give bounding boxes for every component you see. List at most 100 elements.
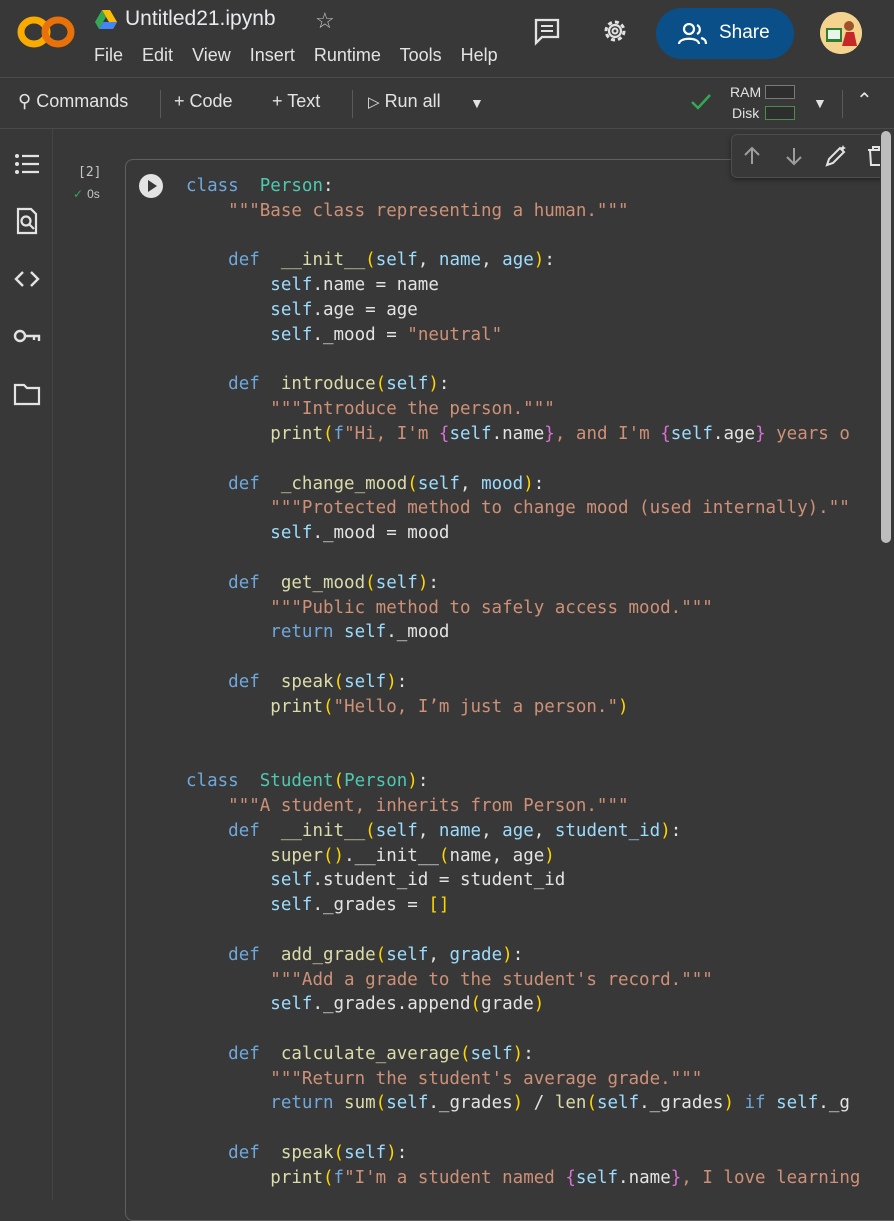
- table-of-contents-icon[interactable]: [13, 150, 41, 178]
- code-token: "Hi, I'm: [344, 423, 439, 444]
- add-text-button[interactable]: + Text: [272, 91, 320, 112]
- code-token: grade: [481, 994, 534, 1015]
- code-token: Person: [344, 771, 408, 792]
- commands-button[interactable]: ⚲ Commands: [18, 91, 128, 112]
- code-token: (: [322, 423, 334, 444]
- menu-tools[interactable]: Tools: [400, 45, 442, 65]
- code-token: print: [270, 1167, 323, 1188]
- code-token: ): [533, 994, 545, 1015]
- code-line: self._grades.append(grade): [186, 992, 879, 1017]
- code-token: _change_mood: [280, 473, 408, 494]
- avatar-image: [820, 12, 862, 54]
- notebook-toolbar: ⚲ Commands + Code + Text ▷ Run all ▼ RAM…: [0, 77, 894, 129]
- resources-indicator[interactable]: RAM Disk: [730, 82, 761, 124]
- code-token: introduce: [280, 374, 376, 395]
- code-snippets-icon[interactable]: [13, 265, 41, 293]
- code-line: self.student_id = student_id: [186, 868, 879, 893]
- code-token: .student_id = student_id: [312, 870, 566, 891]
- runtime-dropdown-icon[interactable]: ▼: [813, 95, 827, 111]
- code-token: }: [544, 423, 555, 444]
- code-token: return: [270, 622, 334, 643]
- connected-check-icon: [691, 94, 711, 110]
- code-token: """Introduce the person.""": [270, 399, 555, 420]
- run-all-dropdown-icon[interactable]: ▼: [470, 95, 484, 111]
- code-token: get_mood: [280, 572, 366, 593]
- run-all-button[interactable]: ▷ Run all: [368, 91, 441, 112]
- menu-runtime[interactable]: Runtime: [314, 45, 381, 65]
- menu-edit[interactable]: Edit: [142, 45, 173, 65]
- code-token: years o: [765, 423, 850, 444]
- notebook-title[interactable]: Untitled21.ipynb: [125, 7, 276, 31]
- code-token: self: [449, 423, 492, 444]
- code-token: :: [533, 473, 545, 494]
- code-token: (: [322, 696, 334, 717]
- code-token: .name: [618, 1167, 671, 1188]
- menu-view[interactable]: View: [192, 45, 231, 65]
- code-editor[interactable]: class Person: """Base class representing…: [186, 174, 879, 1191]
- search-icon: ⚲: [18, 91, 32, 111]
- code-token: add_grade: [280, 944, 376, 965]
- code-line: print(f"I'm a student named {self.name},…: [186, 1166, 879, 1191]
- code-line: self._mood = mood: [186, 521, 879, 546]
- code-token: }: [755, 423, 766, 444]
- ram-label: RAM: [730, 84, 762, 100]
- scrollbar-thumb[interactable]: [881, 131, 891, 543]
- run-cell-button[interactable]: [139, 174, 163, 198]
- move-cell-down-icon[interactable]: [782, 144, 806, 168]
- code-token: ): [512, 1093, 524, 1114]
- star-icon[interactable]: ☆: [315, 8, 335, 34]
- comment-icon[interactable]: [532, 16, 562, 46]
- code-token: super: [270, 845, 323, 866]
- code-token: ._grades =: [312, 895, 429, 916]
- move-cell-up-icon[interactable]: [740, 144, 764, 168]
- code-token: self: [386, 1093, 429, 1114]
- code-token: , I love learning: [681, 1167, 861, 1188]
- code-token: self: [270, 523, 313, 544]
- files-folder-icon[interactable]: [13, 380, 41, 408]
- settings-gear-icon[interactable]: [600, 16, 630, 46]
- colab-logo-icon[interactable]: [16, 12, 76, 52]
- secrets-key-icon[interactable]: [13, 322, 41, 350]
- code-token: ,: [533, 820, 555, 841]
- menu-insert[interactable]: Insert: [250, 45, 295, 65]
- code-line: """A student, inherits from Person.""": [186, 794, 879, 819]
- code-token: """Protected method to change mood (used…: [270, 498, 850, 519]
- collapse-header-icon[interactable]: ⌃: [856, 88, 873, 113]
- menu-file[interactable]: File: [94, 45, 123, 65]
- code-line: print(f"Hi, I'm {self.name}, and I'm {se…: [186, 422, 879, 447]
- code-token: f: [333, 1167, 345, 1188]
- code-line: def speak(self):: [186, 670, 879, 695]
- code-token: len: [554, 1093, 587, 1114]
- find-icon[interactable]: [13, 207, 41, 235]
- account-avatar[interactable]: [820, 12, 862, 54]
- code-line: self.name = name: [186, 273, 879, 298]
- ai-edit-icon[interactable]: [824, 144, 848, 168]
- cell-toolbar: [731, 134, 894, 178]
- menu-help[interactable]: Help: [461, 45, 498, 65]
- code-token: ,: [459, 473, 482, 494]
- google-drive-icon[interactable]: [95, 10, 117, 30]
- add-code-button[interactable]: + Code: [174, 91, 233, 112]
- share-button[interactable]: Share: [656, 8, 794, 59]
- code-token: }: [670, 1167, 682, 1188]
- code-token: def: [228, 944, 260, 965]
- code-token: {: [438, 423, 450, 444]
- commands-label: Commands: [36, 91, 129, 111]
- code-token: __init__: [280, 250, 366, 271]
- code-token: ._g: [818, 1093, 850, 1114]
- code-token: ._mood =: [312, 324, 408, 345]
- code-line: """Public method to safely access mood."…: [186, 596, 879, 621]
